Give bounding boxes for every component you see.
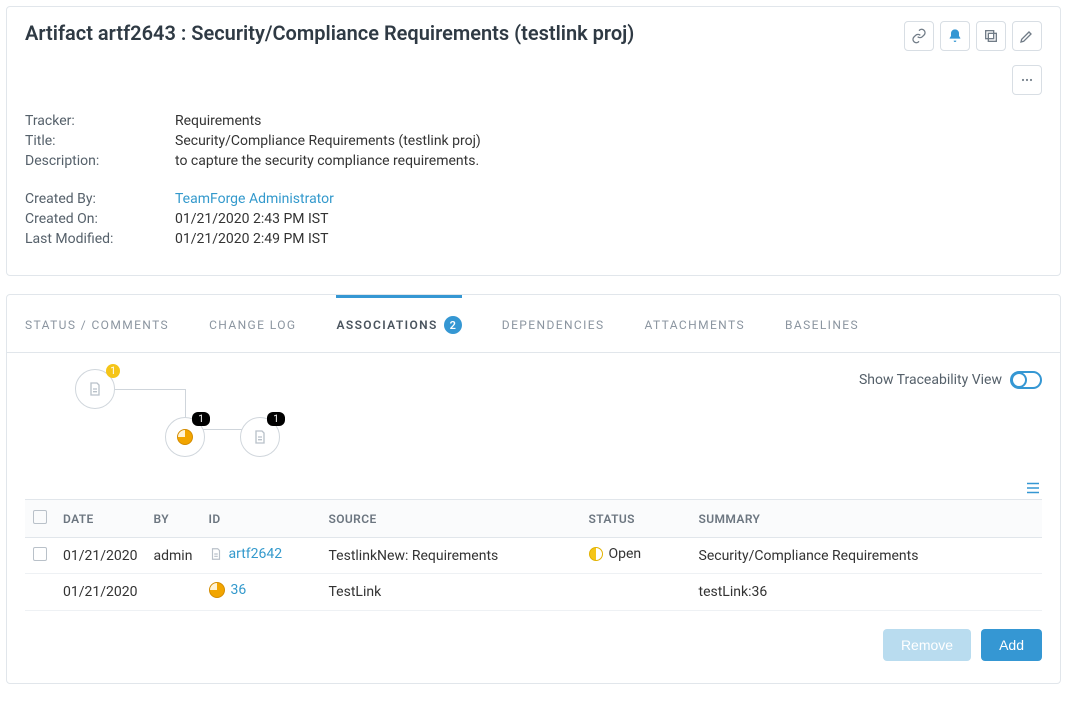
root-badge: 1 bbox=[106, 364, 120, 378]
spec-table: Tracker: Requirements Title: Security/Co… bbox=[7, 105, 1060, 275]
tab-dependencies[interactable]: DEPENDENCIES bbox=[502, 297, 605, 350]
createdby-value[interactable]: TeamForge Administrator bbox=[175, 191, 334, 207]
cell-summary: Security/Compliance Requirements bbox=[691, 538, 1043, 574]
traceability-toggle[interactable] bbox=[1010, 371, 1042, 389]
createdby-label: Created By: bbox=[25, 191, 175, 207]
artifact-card: Artifact artf2643 : Security/Compliance … bbox=[6, 6, 1061, 276]
pie-icon bbox=[209, 582, 225, 598]
remove-button[interactable]: Remove bbox=[883, 629, 971, 661]
traceability-label: Show Traceability View bbox=[859, 372, 1002, 388]
table-header-row: DATE BY ID SOURCE STATUS SUMMARY bbox=[25, 500, 1042, 538]
cell-id-link[interactable]: artf2642 bbox=[229, 546, 283, 562]
cell-by bbox=[146, 574, 201, 611]
cell-status bbox=[581, 574, 691, 611]
cell-id-link[interactable]: 36 bbox=[231, 582, 247, 598]
pie-icon bbox=[177, 429, 193, 445]
tab-baselines[interactable]: BASELINES bbox=[785, 297, 859, 350]
more-button[interactable] bbox=[1012, 65, 1042, 95]
tab-associations[interactable]: ASSOCIATIONS 2 bbox=[336, 295, 461, 352]
page-title: Artifact artf2643 : Security/Compliance … bbox=[25, 21, 634, 45]
cell-source: TestLink bbox=[321, 574, 581, 611]
diagram-node-child1[interactable]: 1 bbox=[165, 417, 205, 457]
document-icon bbox=[87, 381, 103, 397]
button-row: Remove Add bbox=[7, 615, 1060, 683]
col-status[interactable]: STATUS bbox=[581, 500, 691, 538]
tracker-value: Requirements bbox=[175, 113, 261, 129]
associations-count-badge: 2 bbox=[444, 316, 462, 334]
cell-source: TestlinkNew: Requirements bbox=[321, 538, 581, 574]
tab-bar: STATUS / COMMENTS CHANGE LOG ASSOCIATION… bbox=[7, 295, 1060, 353]
tab-attachments[interactable]: ATTACHMENTS bbox=[645, 297, 745, 350]
copy-icon bbox=[983, 28, 999, 44]
traceability-diagram: 1 1 1 bbox=[75, 367, 375, 477]
bell-icon bbox=[947, 28, 963, 44]
document-icon bbox=[209, 547, 223, 561]
status-cell: Open bbox=[589, 546, 642, 562]
card-header: Artifact artf2643 : Security/Compliance … bbox=[7, 7, 1060, 105]
tabs-card: STATUS / COMMENTS CHANGE LOG ASSOCIATION… bbox=[6, 294, 1061, 684]
title-label: Title: bbox=[25, 133, 175, 149]
table-row: 01/21/2020 admin artf2642 TestlinkNew: R… bbox=[25, 538, 1042, 574]
diagram-node-child2[interactable]: 1 bbox=[240, 417, 280, 457]
lastmodified-label: Last Modified: bbox=[25, 231, 175, 247]
header-toolbar bbox=[882, 21, 1042, 95]
child2-badge: 1 bbox=[267, 412, 285, 426]
pencil-icon bbox=[1019, 28, 1035, 44]
createdon-label: Created On: bbox=[25, 211, 175, 227]
more-icon bbox=[1019, 72, 1035, 88]
cell-summary: testLink:36 bbox=[691, 574, 1043, 611]
description-label: Description: bbox=[25, 153, 175, 169]
cell-by: admin bbox=[146, 538, 201, 574]
cell-date: 01/21/2020 bbox=[55, 538, 146, 574]
createdon-value: 01/21/2020 2:43 PM IST bbox=[175, 211, 328, 227]
title-value: Security/Compliance Requirements (testli… bbox=[175, 133, 481, 149]
bell-button[interactable] bbox=[940, 21, 970, 51]
tab-changelog[interactable]: CHANGE LOG bbox=[209, 297, 296, 350]
col-date[interactable]: DATE bbox=[55, 500, 146, 538]
select-all-checkbox[interactable] bbox=[33, 510, 47, 524]
tracker-label: Tracker: bbox=[25, 113, 175, 129]
col-by[interactable]: BY bbox=[146, 500, 201, 538]
col-summary[interactable]: SUMMARY bbox=[691, 500, 1043, 538]
status-dot-icon bbox=[589, 547, 603, 561]
col-source[interactable]: SOURCE bbox=[321, 500, 581, 538]
columns-icon bbox=[1024, 479, 1042, 497]
document-icon bbox=[252, 429, 268, 445]
col-id[interactable]: ID bbox=[201, 500, 321, 538]
associations-table: DATE BY ID SOURCE STATUS SUMMARY 01/21/2… bbox=[25, 499, 1042, 611]
description-value: to capture the security compliance requi… bbox=[175, 153, 479, 169]
status-text: Open bbox=[609, 546, 642, 562]
table-row: 01/21/2020 36 TestLink testLink:36 bbox=[25, 574, 1042, 611]
tab-associations-label: ASSOCIATIONS bbox=[336, 318, 437, 332]
link-button[interactable] bbox=[904, 21, 934, 51]
edit-button[interactable] bbox=[1012, 21, 1042, 51]
add-button[interactable]: Add bbox=[981, 629, 1042, 661]
diagram-node-root[interactable]: 1 bbox=[75, 369, 115, 409]
associations-body: Show Traceability View 1 1 1 bbox=[7, 353, 1060, 615]
child1-badge: 1 bbox=[192, 412, 210, 426]
cell-date: 01/21/2020 bbox=[55, 574, 146, 611]
list-columns-button[interactable] bbox=[25, 477, 1042, 499]
tab-status[interactable]: STATUS / COMMENTS bbox=[25, 297, 169, 350]
link-icon bbox=[911, 28, 927, 44]
copy-button[interactable] bbox=[976, 21, 1006, 51]
row-checkbox[interactable] bbox=[33, 547, 47, 561]
lastmodified-value: 01/21/2020 2:49 PM IST bbox=[175, 231, 328, 247]
